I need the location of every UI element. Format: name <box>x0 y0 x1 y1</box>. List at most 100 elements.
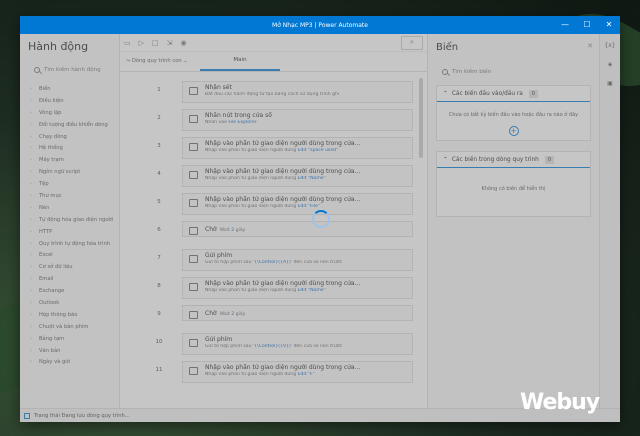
chevron-right-icon: › <box>30 133 32 140</box>
flow-step[interactable]: 5 Nhập vào phần tử giao diện người dùng t… <box>120 190 413 217</box>
flow-step[interactable]: 3 Nhập vào phần tử giao diện người dùng t… <box>120 134 413 161</box>
chevron-right-icon: › <box>30 311 32 318</box>
action-category[interactable]: › Vòng lặp <box>20 107 119 119</box>
step-card[interactable]: Nhập vào phần tử giao diện người dùng tr… <box>182 193 413 215</box>
action-category[interactable]: › Chạy dòng <box>20 131 119 143</box>
action-category[interactable]: › Biến <box>20 83 119 95</box>
action-category[interactable]: › Tệp <box>20 178 119 190</box>
action-category[interactable]: › Quy trình tự động hóa trình <box>20 238 119 250</box>
window-controls: — ☐ ✕ <box>554 16 620 34</box>
action-category[interactable]: › Excel <box>20 249 119 261</box>
chevron-up-icon: ⌃ <box>443 90 448 97</box>
designer-toolbar: ▭ ▷ □ ⇲ ◉ ⌕ <box>120 34 427 52</box>
step-card[interactable]: Nhấn nút trong cửa sổ Nhấn vào File Explo… <box>182 109 413 131</box>
minimize-button[interactable]: — <box>554 16 576 34</box>
flow-step[interactable]: 6 Chờ Wait 2 giây <box>120 218 413 245</box>
close-button[interactable]: ✕ <box>598 16 620 34</box>
action-category[interactable]: › Hộp thông báo <box>20 309 119 321</box>
action-category[interactable]: › Thư mục <box>20 190 119 202</box>
flow-step[interactable]: 1 Nhận sét Bắt đầu các hành động tư tạo bằ… <box>120 78 413 105</box>
flow-variables-header[interactable]: ⌃ Các biến trong dòng quy trình 0 <box>437 152 590 168</box>
chevron-right-icon: › <box>30 97 32 104</box>
variables-search[interactable]: Tìm kiếm biến <box>434 65 593 79</box>
action-category[interactable]: › Ngôn ngữ script <box>20 166 119 178</box>
step-title: Nhập vào phần tử giao diện người dùng tr… <box>205 140 361 147</box>
action-category[interactable]: › Ngày và giờ <box>20 356 119 368</box>
flow-step[interactable]: 7 Gửi phím Gửi tổ hợp phím sau '{\Control}… <box>120 246 413 273</box>
action-category[interactable]: › Bảng tạm <box>20 333 119 345</box>
run-icon[interactable]: ▷ <box>139 39 144 47</box>
actions-search-input[interactable]: Tìm kiếm hành động <box>44 67 101 73</box>
step-number: 3 <box>157 143 161 149</box>
flow-step[interactable]: 11 Nhập vào phần tử giao diện người dùng … <box>120 358 413 385</box>
action-category[interactable]: › Email <box>20 273 119 285</box>
flow-designer: ▭ ▷ □ ⇲ ◉ ⌕ ⤳ Dòng quy trình con ⌄ Main … <box>120 34 427 408</box>
actions-search[interactable]: Tìm kiếm hành động <box>26 63 113 77</box>
stop-icon[interactable]: □ <box>152 39 159 47</box>
record-icon[interactable]: ◉ <box>181 39 187 47</box>
step-variable: File Explorer <box>228 120 257 125</box>
variables-icon[interactable]: {x} <box>604 42 615 49</box>
action-category[interactable]: › Tự động hóa giao diện người <box>20 214 119 226</box>
flow-step[interactable]: 4 Nhập vào phần tử giao diện người dùng t… <box>120 162 413 189</box>
io-variables-panel: ⌃ Các biến đầu vào/đầu ra 0 Chưa có bất … <box>436 85 591 141</box>
step-title: Gửi phím <box>205 336 233 343</box>
chevron-right-icon: › <box>30 121 32 128</box>
step-card[interactable]: Nhận sét Bắt đầu các hành động tư tạo bằn… <box>182 81 413 103</box>
step-card[interactable]: Nhập vào phần tử giao diện người dùng tr… <box>182 277 413 299</box>
step-title: Nhận sét <box>205 84 232 91</box>
subflows-dropdown[interactable]: ⤳ Dòng quy trình con ⌄ <box>120 58 200 71</box>
action-category[interactable]: › Đối tượng điều khiển dòng <box>20 119 119 131</box>
flow-scrollbar[interactable] <box>419 78 423 158</box>
tab-main[interactable]: Main <box>200 57 280 71</box>
layers-icon[interactable]: ◈ <box>608 61 613 68</box>
action-category[interactable]: › Máy trạm <box>20 154 119 166</box>
action-icon <box>189 311 198 319</box>
step-icon[interactable]: ⇲ <box>167 39 173 47</box>
step-number: 4 <box>157 171 161 177</box>
variables-search-input[interactable]: Tìm kiếm biến <box>452 69 491 75</box>
close-icon[interactable]: ✕ <box>587 42 593 50</box>
add-variable-button[interactable]: + <box>508 126 519 136</box>
action-category[interactable]: › Điều kiện <box>20 95 119 107</box>
action-icon <box>189 367 198 375</box>
designer-search-button[interactable]: ⌕ <box>401 35 423 50</box>
step-variable: Edit "space used" <box>297 148 339 153</box>
step-title: Nhập vào phần tử giao diện người dùng tr… <box>205 280 361 287</box>
action-category[interactable]: › Outlook <box>20 297 119 309</box>
flow-step[interactable]: 10 Gửi phím Gửi tổ hợp phím sau '{\Control… <box>120 330 413 357</box>
action-category[interactable]: › Văn bản <box>20 345 119 357</box>
action-category[interactable]: › Hệ thống <box>20 142 119 154</box>
io-variables-header[interactable]: ⌃ Các biến đầu vào/đầu ra 0 <box>437 86 590 102</box>
actions-pane: Hành động Tìm kiếm hành động › Biến › Điều … <box>20 34 120 408</box>
step-card[interactable]: Chờ Wait 2 giây <box>182 221 413 237</box>
flow-step[interactable]: 8 Nhập vào phần tử giao diện người dùng t… <box>120 274 413 301</box>
webuy-watermark: Webuy <box>520 390 600 415</box>
step-card[interactable]: Nhập vào phần tử giao diện người dùng tr… <box>182 165 413 187</box>
step-card[interactable]: Gửi phím Gửi tổ hợp phím sau '{\Control}(… <box>182 249 413 271</box>
action-category[interactable]: › Exchange <box>20 285 119 297</box>
chevron-right-icon: › <box>30 276 32 283</box>
action-category[interactable]: › Chuột và bàn phím <box>20 321 119 333</box>
step-card[interactable]: Gửi phím Gửi tổ hợp phím sau '{\Control}(… <box>182 333 413 355</box>
action-icon <box>189 115 198 123</box>
flow-step[interactable]: 2 Nhấn nút trong cửa sổ Nhấn vào File Expl… <box>120 106 413 133</box>
chevron-right-icon: › <box>30 169 32 176</box>
chevron-right-icon: › <box>30 145 32 152</box>
step-card[interactable]: Nhập vào phần tử giao diện người dùng tr… <box>182 137 413 159</box>
chevron-right-icon: › <box>30 347 32 354</box>
action-category[interactable]: › Nén <box>20 202 119 214</box>
images-icon[interactable]: ▣ <box>607 80 613 87</box>
step-card[interactable]: Chờ Wait 2 giây <box>182 305 413 321</box>
step-card[interactable]: Nhập vào phần tử giao diện người dùng tr… <box>182 361 413 383</box>
step-variable: Edit "Name" <box>297 176 326 181</box>
step-description: Nhập vào phần tử giao diện người dùng Ed… <box>205 288 326 293</box>
maximize-button[interactable]: ☐ <box>576 16 598 34</box>
flow-step[interactable]: 9 Chờ Wait 2 giây <box>120 302 413 329</box>
action-category[interactable]: › HTTP <box>20 226 119 238</box>
save-icon[interactable]: ▭ <box>124 39 131 47</box>
step-title: Nhập vào phần tử giao diện người dùng tr… <box>205 196 361 203</box>
action-icon <box>189 339 198 347</box>
window-title: Mở Nhạc MP3 | Power Automate <box>272 21 368 29</box>
action-category[interactable]: › Cơ sở dữ liệu <box>20 261 119 273</box>
